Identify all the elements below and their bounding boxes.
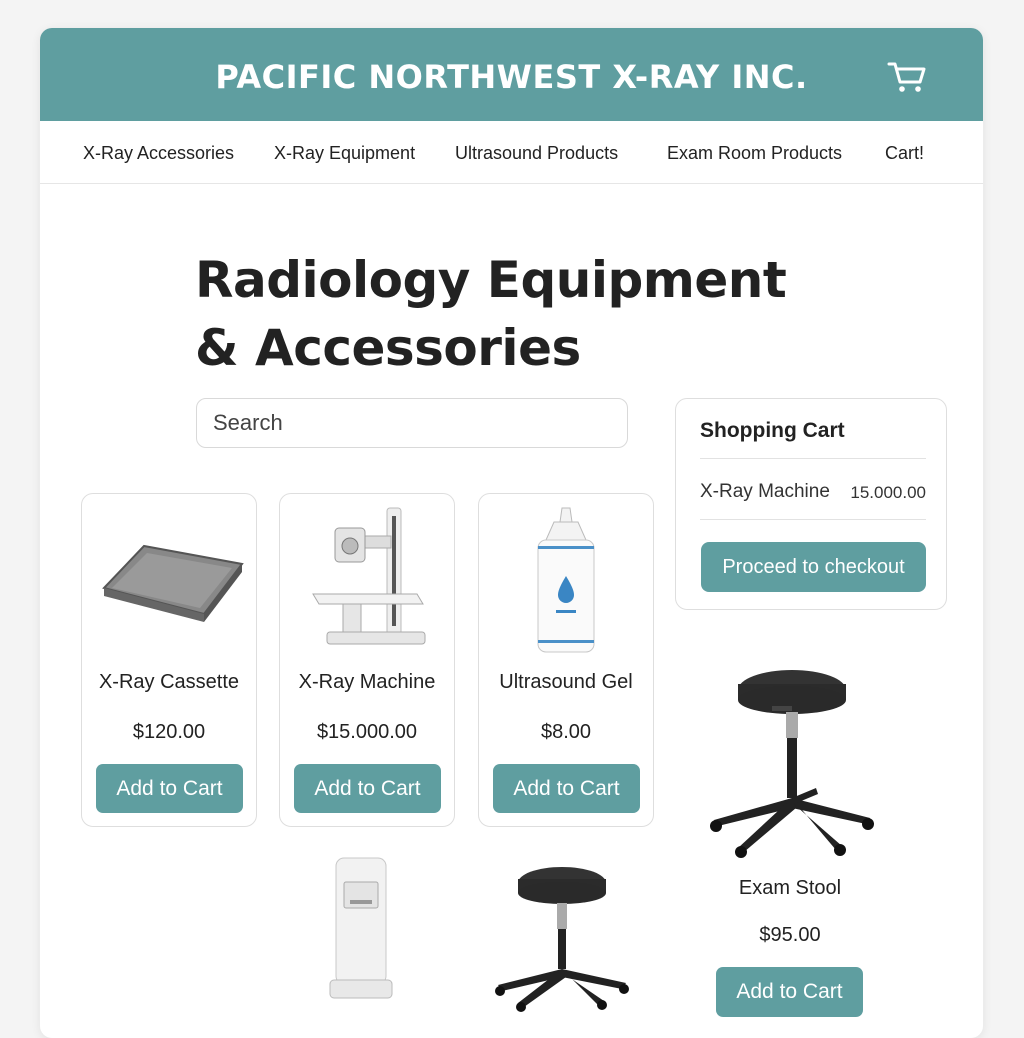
ultrasound-gel-image [479,506,653,656]
main-nav: X-Ray Accessories X-Ray Equipment Ultras… [40,121,983,184]
app-window: PACIFIC NORTHWEST X-RAY INC. X-Ray Acces… [40,28,983,1038]
add-to-cart-button[interactable]: Add to Cart [716,967,863,1017]
cart-item-name: X-Ray Machine [700,481,830,502]
product-card-ultrasound-gel: Ultrasound Gel $8.00 Add to Cart [478,493,654,827]
nav-item-ultrasound-products[interactable]: Ultrasound Products [455,143,618,164]
x-ray-machine-image [280,506,454,656]
page-title: Radiology Equipment & Accessories [195,246,787,382]
search-input[interactable] [196,398,628,448]
cart-title: Shopping Cart [700,419,845,442]
product-name: Ultrasound Gel [499,671,633,693]
add-to-cart-button[interactable]: Add to Cart [493,764,640,813]
proceed-to-checkout-button[interactable]: Proceed to checkout [701,542,926,592]
product-price: $15.000.00 [316,721,418,743]
product-card-x-ray-machine: X-Ray Machine $15.000.00 Add to Cart [279,493,455,827]
product-exam-stool: Exam Stool $95.00 Add to Cart [700,658,880,1028]
cart-item-price: 15.000.00 [850,483,926,502]
exam-stool-image [710,670,874,858]
cart-divider [700,458,926,459]
add-to-cart-button[interactable]: Add to Cart [96,764,243,813]
nav-item-x-ray-equipment[interactable]: X-Ray Equipment [274,143,415,164]
site-title: PACIFIC NORTHWEST X-RAY INC. [215,58,808,96]
product-card-x-ray-cassette: X-Ray Cassette $120.00 Add to Cart [81,493,257,827]
product-name: Exam Stool [738,877,842,899]
nav-item-x-ray-accessories[interactable]: X-Ray Accessories [83,143,234,164]
cart-icon[interactable] [887,60,927,94]
product-price: $120.00 [132,721,206,743]
product-price: $8.00 [540,721,592,743]
page-title-line-2: & Accessories [195,319,581,377]
shopping-cart-panel: Shopping Cart X-Ray Machine 15.000.00 Pr… [675,398,947,610]
add-to-cart-button[interactable]: Add to Cart [294,764,441,813]
site-header: PACIFIC NORTHWEST X-RAY INC. [40,28,983,121]
product-name: X-Ray Cassette [98,671,240,693]
exam-stool-image [495,867,629,1012]
nav-item-exam-room-products[interactable]: Exam Room Products [667,143,842,164]
cart-divider [700,519,926,520]
cabinet-image [329,857,393,999]
product-price: $95.00 [759,924,821,946]
x-ray-cassette-image [82,506,256,656]
product-name: X-Ray Machine [298,671,436,693]
page-title-line-1: Radiology Equipment [195,251,787,309]
nav-item-cart[interactable]: Cart! [885,143,924,164]
